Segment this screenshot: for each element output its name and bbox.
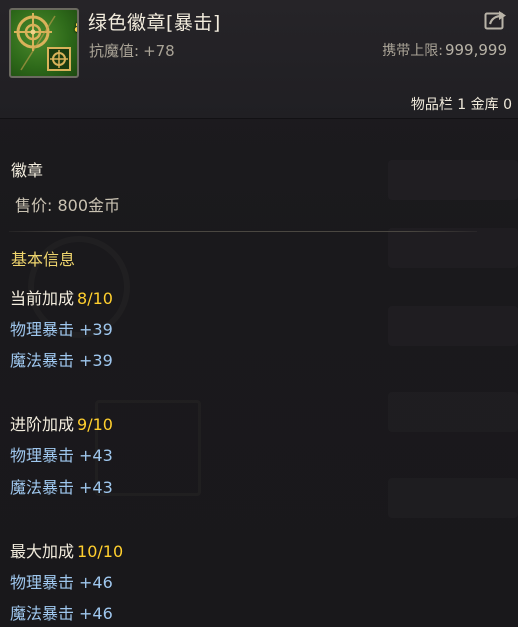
- tier-stat-value: +39: [79, 351, 113, 370]
- tier-stat-row: 物理暴击 +43: [10, 442, 113, 466]
- tier-stat-value: +39: [79, 320, 113, 339]
- tier-stat-row: 物理暴击 +39: [10, 316, 113, 340]
- background-ghost: [388, 160, 518, 200]
- tier-stat-name: 魔法暴击: [10, 604, 75, 623]
- tier-stat-name: 物理暴击: [10, 320, 75, 339]
- tier-stat-row: 物理暴击 +46: [10, 569, 113, 593]
- tier-level: 9/10: [77, 415, 113, 434]
- tooltip-header: 8 绿色徽章[暴击] 抗魔值:+78 携带上限:999,999 物品栏 1 金库…: [0, 0, 518, 119]
- tier-stat-value: +46: [79, 573, 113, 592]
- tier-stat-row: 魔法暴击 +43: [10, 474, 113, 498]
- tier-stat-name: 魔法暴击: [10, 351, 75, 370]
- background-ghost: [388, 228, 518, 268]
- tier-label: 最大加成: [10, 542, 75, 561]
- divider: [9, 231, 477, 232]
- tier-header: 当前加成 8/10: [10, 285, 113, 309]
- carry-value: 999,999: [444, 41, 507, 59]
- tier-stat-name: 物理暴击: [10, 573, 75, 592]
- tier-stat-value: +46: [79, 604, 113, 623]
- tier-stat-name: 物理暴击: [10, 446, 75, 465]
- share-arrow-icon[interactable]: [484, 9, 508, 31]
- tier-stat-name: 魔法暴击: [10, 478, 75, 497]
- tier-stat-value: +43: [79, 446, 113, 465]
- storage-count: 物品栏 1 金库 0: [410, 97, 512, 113]
- tier-label: 进阶加成: [10, 415, 75, 434]
- tier-label: 当前加成: [10, 289, 75, 308]
- tier-level: 8/10: [77, 289, 113, 308]
- item-tooltip: 8 绿色徽章[暴击] 抗魔值:+78 携带上限:999,999 物品栏 1 金库…: [0, 0, 518, 627]
- section-title: 基本信息: [11, 250, 76, 269]
- background-ghost: [388, 478, 518, 518]
- item-level-badge: 8: [71, 21, 77, 36]
- stat-label: 抗魔值:: [89, 42, 140, 60]
- tier-stat-value: +43: [79, 478, 113, 497]
- background-ghost: [388, 306, 518, 346]
- item-icon: 8: [9, 8, 79, 78]
- green-emblem-crosshair-icon: [14, 13, 71, 71]
- item-category: 徽章: [11, 161, 44, 180]
- tier-level: 10/10: [77, 542, 124, 561]
- tier-header: 进阶加成 9/10: [10, 411, 113, 435]
- carry-label: 携带上限:: [382, 43, 443, 59]
- background-ghost: [388, 392, 518, 432]
- tier-header: 最大加成 10/10: [10, 538, 123, 562]
- tier-stat-row: 魔法暴击 +46: [10, 600, 113, 624]
- carry-limit: 携带上限: 999,999: [382, 40, 507, 60]
- item-name: 绿色徽章[暴击]: [88, 12, 221, 34]
- tier-stat-row: 魔法暴击 +39: [10, 347, 113, 371]
- item-price: 售价: 800金币: [15, 196, 121, 215]
- item-stat: 抗魔值: +78: [89, 40, 175, 61]
- stat-value: +78: [143, 42, 175, 60]
